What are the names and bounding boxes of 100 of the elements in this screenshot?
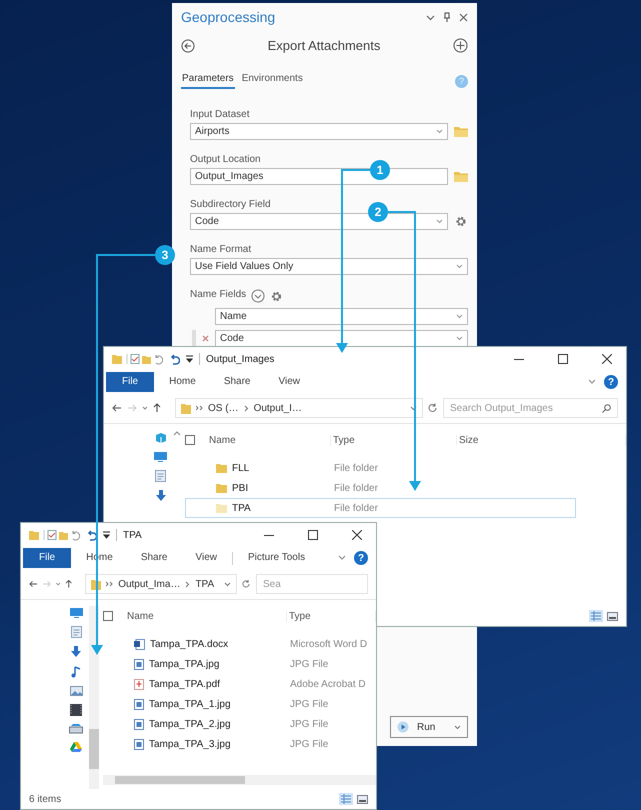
file-name: TPA <box>232 502 251 514</box>
ribbon-tab[interactable]: File <box>106 372 154 392</box>
parameter-label: Name Format <box>190 244 252 255</box>
customize-dropdown-icon[interactable] <box>103 531 110 539</box>
chevron-down-icon[interactable] <box>436 129 443 134</box>
address-bar[interactable]: Output_Ima… TPA <box>85 574 238 594</box>
add-icon[interactable] <box>453 38 468 53</box>
help-icon[interactable]: ? <box>604 375 618 389</box>
ribbon-tab[interactable]: View <box>182 548 230 568</box>
status-text: 6 items <box>29 794 62 804</box>
column-header[interactable]: Type <box>331 434 457 446</box>
back-icon[interactable] <box>181 38 195 52</box>
file-row[interactable]: Tampa_TPA_2.jpg JPG File <box>103 714 376 734</box>
run-button[interactable]: Run <box>390 716 468 738</box>
settings-icon[interactable] <box>270 290 284 302</box>
thumbnail-view-icon[interactable] <box>357 794 368 804</box>
pin-icon[interactable] <box>444 12 450 22</box>
chevron-down-icon[interactable] <box>456 264 463 269</box>
image-file-icon <box>134 718 144 730</box>
drive-icon[interactable] <box>69 724 83 734</box>
file-row[interactable]: Tampa_TPA.docx Microsoft Word D <box>103 634 376 654</box>
settings-icon[interactable] <box>454 215 468 228</box>
remove-icon[interactable] <box>202 335 209 342</box>
thumbnail-view-icon[interactable] <box>607 612 618 620</box>
parameter-label: Name Fields <box>190 289 246 300</box>
ribbon-tab[interactable]: Picture Tools <box>235 548 318 568</box>
callout-badge: 3 <box>155 245 175 265</box>
document-icon[interactable] <box>70 626 82 638</box>
pane-tab[interactable]: Parameters <box>181 73 235 89</box>
dropdown-field[interactable]: Use Field Values Only <box>190 258 468 275</box>
column-header[interactable]: Type <box>287 610 376 622</box>
dropdown-field[interactable]: Code <box>215 330 468 347</box>
chevron-down-icon[interactable] <box>456 336 463 341</box>
image-file-icon <box>134 658 144 670</box>
desktop-icon[interactable] <box>154 452 167 462</box>
scroll-up-icon[interactable] <box>173 430 181 436</box>
file-row[interactable]: Tampa_TPA.jpg JPG File <box>103 654 376 674</box>
document-icon[interactable] <box>155 470 166 482</box>
triangle-logo-icon[interactable] <box>70 742 82 752</box>
ribbon-tab[interactable]: File <box>23 548 72 568</box>
window-title: TPA <box>123 530 142 540</box>
ribbon-tab[interactable]: Share <box>210 372 264 392</box>
music-icon[interactable] <box>71 666 81 678</box>
undo-icon[interactable] <box>170 354 180 364</box>
scrollbar[interactable] <box>103 775 376 785</box>
close-icon[interactable] <box>352 530 362 540</box>
ribbon-tab[interactable]: Home <box>156 372 209 392</box>
checkbox[interactable] <box>103 611 113 621</box>
column-header[interactable]: Name <box>207 434 331 446</box>
column-header[interactable]: Name <box>125 610 287 622</box>
chevron-down-icon[interactable] <box>338 555 346 561</box>
word-document-icon <box>134 638 145 650</box>
ribbon-tab[interactable]: Share <box>128 548 180 568</box>
file-row[interactable]: TPA File folder <box>185 498 576 518</box>
chevron-down-icon <box>454 724 461 730</box>
customize-dropdown-icon[interactable] <box>186 355 193 363</box>
undo-icon[interactable] <box>87 530 97 540</box>
file-type: Adobe Acrobat D <box>289 678 367 690</box>
picture-icon[interactable] <box>70 686 82 696</box>
window-title: Output_Images <box>206 354 274 364</box>
address-bar[interactable]: OS (… Output_I… <box>175 398 423 418</box>
ribbon-tab[interactable]: View <box>266 372 313 392</box>
refresh-icon[interactable] <box>428 403 438 413</box>
maximize-icon[interactable] <box>308 530 318 540</box>
file-row[interactable]: FLL File folder <box>185 458 576 478</box>
file-name: FLL <box>232 462 250 474</box>
file-type: File folder <box>333 482 379 494</box>
maximize-icon[interactable] <box>558 354 568 364</box>
file-name: Tampa_TPA_2.jpg <box>149 718 231 730</box>
chevron-down-icon[interactable] <box>436 219 443 224</box>
chevron-down-icon[interactable] <box>456 314 463 319</box>
refresh-icon[interactable] <box>242 579 251 589</box>
cube-icon[interactable] <box>154 432 166 444</box>
file-row[interactable]: PBI File folder <box>185 478 576 498</box>
file-name: Tampa_TPA.docx <box>150 638 228 650</box>
chevron-down-icon[interactable] <box>588 379 596 385</box>
dropdown-field[interactable]: Name <box>215 308 468 325</box>
file-row[interactable]: Tampa_TPA_1.jpg JPG File <box>103 694 376 714</box>
search-icon[interactable] <box>602 404 611 412</box>
quick-access-toolbar-drawing[interactable] <box>29 529 81 541</box>
pane-tab[interactable]: Environments <box>240 73 304 89</box>
download-icon[interactable] <box>71 646 81 658</box>
close-icon[interactable] <box>459 12 468 22</box>
file-name: Tampa_TPA_3.jpg <box>149 738 231 750</box>
scrollbar[interactable] <box>89 606 99 789</box>
quick-access-toolbar-drawing[interactable] <box>112 353 164 365</box>
desktop-icon[interactable] <box>70 608 82 618</box>
chevron-down-icon[interactable] <box>426 12 435 22</box>
close-icon[interactable] <box>602 354 612 364</box>
dropdown-field[interactable]: Airports <box>190 123 448 140</box>
checkbox[interactable] <box>185 435 195 445</box>
image-file-icon <box>134 738 144 750</box>
download-icon[interactable] <box>156 490 166 502</box>
video-icon[interactable] <box>70 704 82 716</box>
chevron-down-icon[interactable] <box>251 289 266 303</box>
column-header[interactable]: Size <box>457 434 626 446</box>
file-row[interactable]: Tampa_TPA_3.jpg JPG File <box>103 734 376 754</box>
help-icon[interactable]: ? <box>354 551 368 565</box>
file-row[interactable]: Tampa_TPA.pdf Adobe Acrobat D <box>103 674 376 694</box>
file-type: JPG File <box>289 738 330 750</box>
